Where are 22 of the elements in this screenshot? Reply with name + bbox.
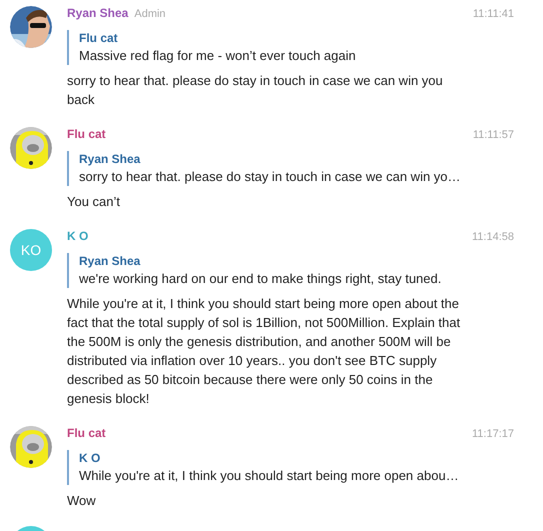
quote-text: Massive red flag for me - won’t ever touch again	[79, 47, 357, 65]
author-name: Ryan Shea	[67, 6, 128, 20]
timestamp: 11:14:58	[472, 231, 514, 243]
author-name: Flu cat	[67, 127, 106, 141]
message-text: While you're at it, I think you should start being more open about the fact that the total supply of sol is 1Billion, not 500Million. Explain that the 500M is only the genesis distribution, and another 500M will be distributed via inflation over 10 years.. you don't see BTC supply described as 50 bitcoin because there were only 50 coins in the genesis block!	[67, 295, 462, 408]
author-name: Flu cat	[67, 426, 106, 440]
quote-text: While you're at it, I think you should start being more open abou…	[79, 467, 460, 485]
quote-author: K O	[79, 450, 102, 466]
timestamp: 11:11:41	[472, 8, 514, 20]
quote-text: sorry to hear that. please do stay in touch in case we can win yo…	[79, 168, 462, 186]
role-label: Admin	[134, 8, 166, 20]
author-name: K O	[67, 229, 88, 243]
quote-author: Ryan Shea	[79, 253, 142, 269]
timestamp: 11:11:57	[472, 129, 514, 141]
timestamp: 11:17:17	[472, 428, 514, 440]
quote-text: we're working hard on our end to make things right, stay tuned.	[79, 270, 442, 288]
message-text: You can’t	[67, 193, 122, 211]
quote-author: Flu cat	[79, 30, 119, 46]
avatar: KO	[10, 229, 52, 271]
message-text: sorry to hear that. please do stay in touch in case we can win you back	[67, 72, 444, 109]
message-text: Wow	[67, 492, 97, 510]
quote-author: Ryan Shea	[79, 151, 142, 167]
